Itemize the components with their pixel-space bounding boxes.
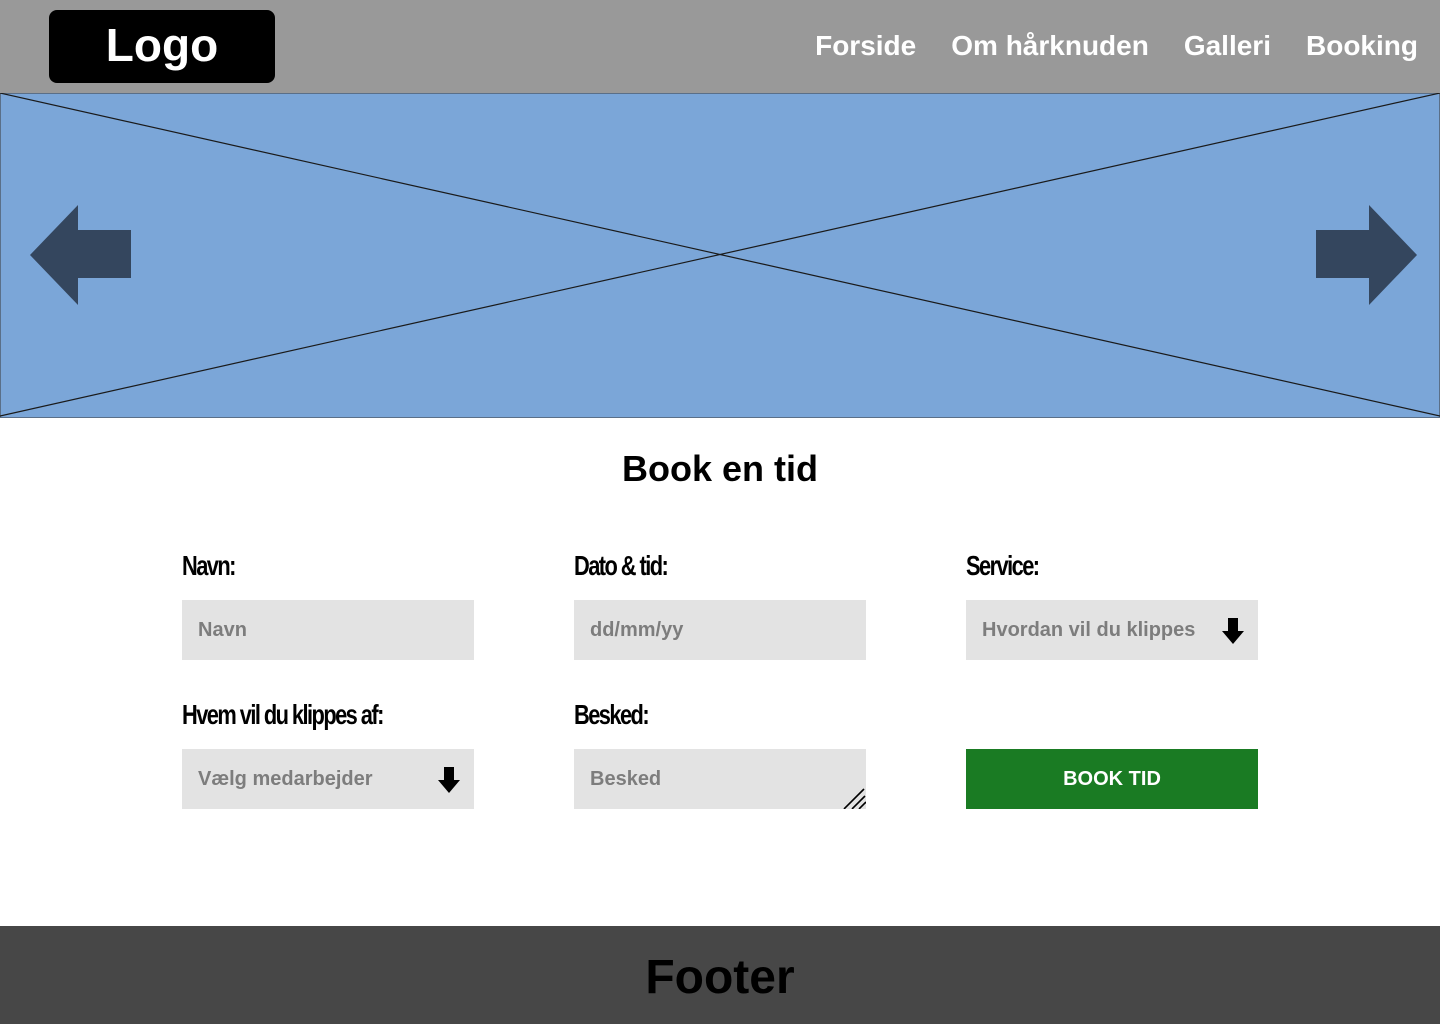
arrow-down-icon — [438, 767, 460, 793]
name-input[interactable]: Navn — [182, 600, 474, 660]
footer-text: Footer — [645, 951, 795, 1004]
main-nav: Forside Om hårknuden Galleri Booking — [815, 30, 1418, 62]
arrow-left-icon[interactable] — [30, 205, 131, 305]
staff-placeholder: Vælg medarbejder — [198, 768, 373, 790]
service-select[interactable]: Hvordan vil du klippes — [966, 600, 1258, 660]
nav-item-galleri[interactable]: Galleri — [1184, 30, 1271, 62]
staff-select[interactable]: Vælg medarbejder — [182, 749, 474, 809]
message-placeholder: Besked — [590, 768, 662, 790]
header: Logo Forside Om hårknuden Galleri Bookin… — [0, 0, 1440, 93]
footer: Footer — [0, 926, 1440, 1024]
name-label: Navn: — [182, 550, 236, 581]
nav-item-forside[interactable]: Forside — [815, 30, 916, 62]
book-time-button[interactable]: BOOK TID — [966, 749, 1258, 809]
message-label: Besked: — [574, 699, 650, 730]
resize-handle-icon[interactable] — [836, 779, 866, 809]
datetime-input[interactable]: dd/mm/yy — [574, 600, 866, 660]
arrow-right-icon[interactable] — [1316, 205, 1417, 305]
message-textarea[interactable]: Besked — [574, 749, 866, 809]
service-label: Service: — [966, 550, 1040, 581]
staff-label: Hvem vil du klippes af: — [182, 699, 384, 730]
logo[interactable]: Logo — [49, 10, 275, 83]
datetime-placeholder: dd/mm/yy — [590, 619, 684, 641]
nav-item-booking[interactable]: Booking — [1306, 30, 1418, 62]
nav-item-om-harknuden[interactable]: Om hårknuden — [951, 30, 1149, 62]
service-placeholder: Hvordan vil du klippes — [982, 619, 1196, 641]
hero-image-slider — [0, 93, 1440, 418]
arrow-down-icon — [1222, 618, 1244, 644]
datetime-label: Dato & tid: — [574, 550, 669, 581]
name-placeholder: Navn — [198, 619, 247, 641]
page-title: Book en tid — [622, 448, 818, 489]
image-placeholder-cross — [0, 93, 1440, 418]
